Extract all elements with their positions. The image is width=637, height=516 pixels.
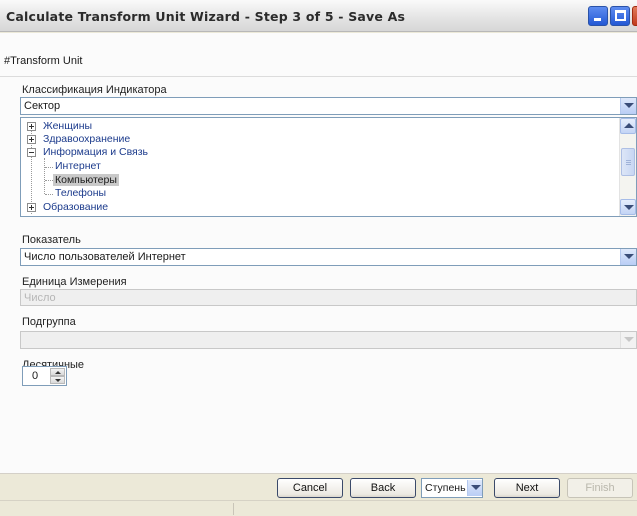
chevron-down-icon [624, 337, 634, 342]
arrow-down-icon [55, 379, 61, 382]
maximize-button[interactable] [610, 6, 630, 26]
tree-guide-line [45, 194, 53, 195]
tree-item-health[interactable]: Здравоохранение [27, 133, 130, 146]
expand-plus-icon[interactable] [27, 122, 36, 131]
step-select[interactable]: Ступень 3 [421, 478, 483, 498]
tree-item-label: Образование [43, 201, 109, 213]
tree-item-ict[interactable]: Информация и Связь [27, 146, 148, 159]
indicator-select[interactable]: Число пользователей Интернет [20, 248, 637, 266]
decimals-value: 0 [32, 370, 39, 382]
expand-plus-icon[interactable] [27, 203, 36, 212]
close-button[interactable] [632, 6, 637, 26]
chevron-down-icon [624, 254, 634, 259]
tree-item-internet[interactable]: Интернет [53, 160, 103, 173]
indicator-label: Показатель [22, 234, 81, 246]
tree-item-label: Компьютеры [53, 174, 119, 186]
tree-scrollbar[interactable] [619, 118, 636, 216]
window-title: Calculate Transform Unit Wizard - Step 3… [6, 9, 406, 24]
cancel-button[interactable]: Cancel [277, 478, 343, 498]
status-pane [0, 503, 234, 515]
minimize-icon [594, 18, 601, 21]
wizard-window: Calculate Transform Unit Wizard - Step 3… [0, 0, 637, 516]
dropdown-button[interactable] [620, 249, 636, 265]
classification-label: Классификация Индикатора [22, 84, 167, 96]
arrow-up-icon [55, 371, 61, 374]
scroll-up-button[interactable] [620, 118, 636, 134]
scroll-down-button[interactable] [620, 199, 636, 215]
tree-item-label: Женщины [43, 120, 93, 132]
tree-guide-line [44, 158, 45, 194]
tree-guide-line [45, 180, 53, 181]
unit-value: Число [24, 292, 56, 304]
dropdown-button[interactable] [620, 98, 636, 114]
subgroup-select [20, 331, 637, 349]
dropdown-button [620, 332, 636, 348]
chevron-down-icon [624, 205, 634, 210]
tree-item-label: Интернет [55, 160, 101, 172]
chevron-up-icon [624, 123, 634, 128]
header-divider [0, 76, 637, 77]
unit-field: Число [20, 289, 637, 306]
minimize-button[interactable] [588, 6, 608, 26]
decimals-spinner[interactable]: 0 [22, 366, 67, 386]
collapse-minus-icon[interactable] [27, 148, 36, 157]
maximize-icon [615, 10, 626, 21]
tree-item-women[interactable]: Женщины [27, 120, 92, 133]
tree-item-label: Информация и Связь [43, 146, 148, 158]
expand-plus-icon[interactable] [27, 135, 36, 144]
next-button[interactable]: Next [494, 478, 560, 498]
unit-label: Единица Измерения [22, 276, 127, 288]
subgroup-label: Подгруппа [22, 316, 76, 328]
spin-down-button[interactable] [50, 376, 65, 384]
indicator-value: Число пользователей Интернет [24, 251, 186, 263]
tree-item-telephones[interactable]: Телефоны [53, 187, 108, 200]
wizard-button-bar: Cancel Back Ступень 3 Next Finish [0, 473, 637, 500]
wizard-content: #Transform Unit Классификация Индикатора… [0, 33, 637, 473]
grip-icon [626, 162, 631, 163]
tree-guide-line [45, 167, 53, 168]
tree-item-label: Здравоохранение [43, 133, 131, 145]
finish-button: Finish [567, 478, 633, 498]
chevron-down-icon [624, 103, 634, 108]
spin-up-button[interactable] [50, 368, 65, 376]
scroll-thumb[interactable] [621, 148, 635, 176]
tree-item-education[interactable]: Образование [27, 201, 108, 214]
dropdown-button[interactable] [467, 480, 482, 496]
grip-icon [626, 164, 631, 165]
classification-value: Сектор [24, 100, 61, 112]
tree-item-label: Телефоны [55, 187, 107, 199]
classification-tree[interactable]: Женщины Здравоохранение Информация и Свя… [20, 117, 637, 217]
transform-unit-label: #Transform Unit [4, 55, 83, 67]
status-bar [0, 500, 637, 516]
back-button[interactable]: Back [350, 478, 416, 498]
chevron-down-icon [471, 485, 481, 490]
classification-select[interactable]: Сектор [20, 97, 637, 115]
grip-icon [626, 160, 631, 161]
title-bar[interactable]: Calculate Transform Unit Wizard - Step 3… [0, 0, 637, 32]
tree-item-computers[interactable]: Компьютеры [53, 174, 119, 187]
